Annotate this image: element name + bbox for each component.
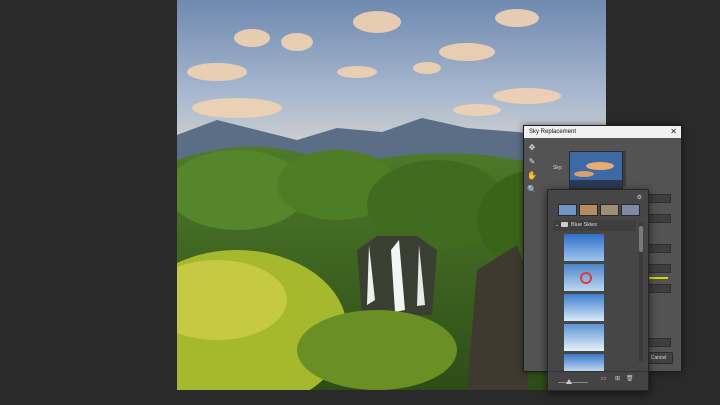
sky-preset-picker: ⚙ ⌄ Blue Skies ▭ ⊞ 🗑 [547, 189, 649, 391]
move-icon[interactable]: ✥ [526, 142, 538, 154]
sky-preset[interactable] [564, 324, 604, 351]
new-folder-icon[interactable]: ▭ [600, 376, 607, 383]
scrollbar[interactable] [639, 222, 643, 362]
close-icon[interactable]: ✕ [670, 126, 677, 138]
folder-blue-skies[interactable]: ⌄ Blue Skies [553, 220, 636, 231]
sky-thumbnail[interactable] [600, 204, 619, 216]
sky-label: Sky: [553, 165, 563, 171]
slider-track[interactable] [648, 277, 668, 279]
gear-icon[interactable]: ⚙ [637, 194, 642, 201]
picker-bottom-bar: ▭ ⊞ 🗑 [548, 371, 648, 390]
new-preset-icon[interactable]: ⊞ [614, 376, 621, 383]
tool-strip: ✥ ✎ ✋ 🔍 [526, 142, 538, 198]
recent-skies-row [558, 204, 642, 216]
folder-label: Blue Skies [571, 222, 597, 228]
sky-thumbnail[interactable] [579, 204, 598, 216]
sky-preset[interactable] [564, 264, 604, 291]
slider-knob[interactable] [566, 379, 572, 384]
folder-icon [561, 222, 568, 228]
cursor-indicator [580, 272, 592, 284]
sky-preset[interactable] [564, 354, 604, 372]
sky-list [564, 234, 604, 375]
sky-preset[interactable] [564, 234, 604, 261]
scrollbar-thumb[interactable] [639, 226, 643, 252]
zoom-icon[interactable]: 🔍 [526, 184, 538, 196]
sky-thumbnail[interactable] [621, 204, 640, 216]
thumbnail-size-slider[interactable] [558, 382, 588, 383]
sky-preset[interactable] [564, 294, 604, 321]
dialog-title: Sky Replacement [529, 129, 577, 135]
sky-preview-dropdown[interactable] [623, 151, 626, 187]
sky-preview-button[interactable] [569, 151, 623, 189]
delete-icon[interactable]: 🗑 [626, 376, 634, 383]
chevron-down-icon[interactable]: ⌄ [553, 220, 561, 231]
dialog-titlebar: Sky Replacement ✕ [524, 126, 681, 138]
brush-icon[interactable]: ✎ [526, 156, 538, 168]
hand-icon[interactable]: ✋ [526, 170, 538, 182]
sky-thumbnail[interactable] [558, 204, 577, 216]
